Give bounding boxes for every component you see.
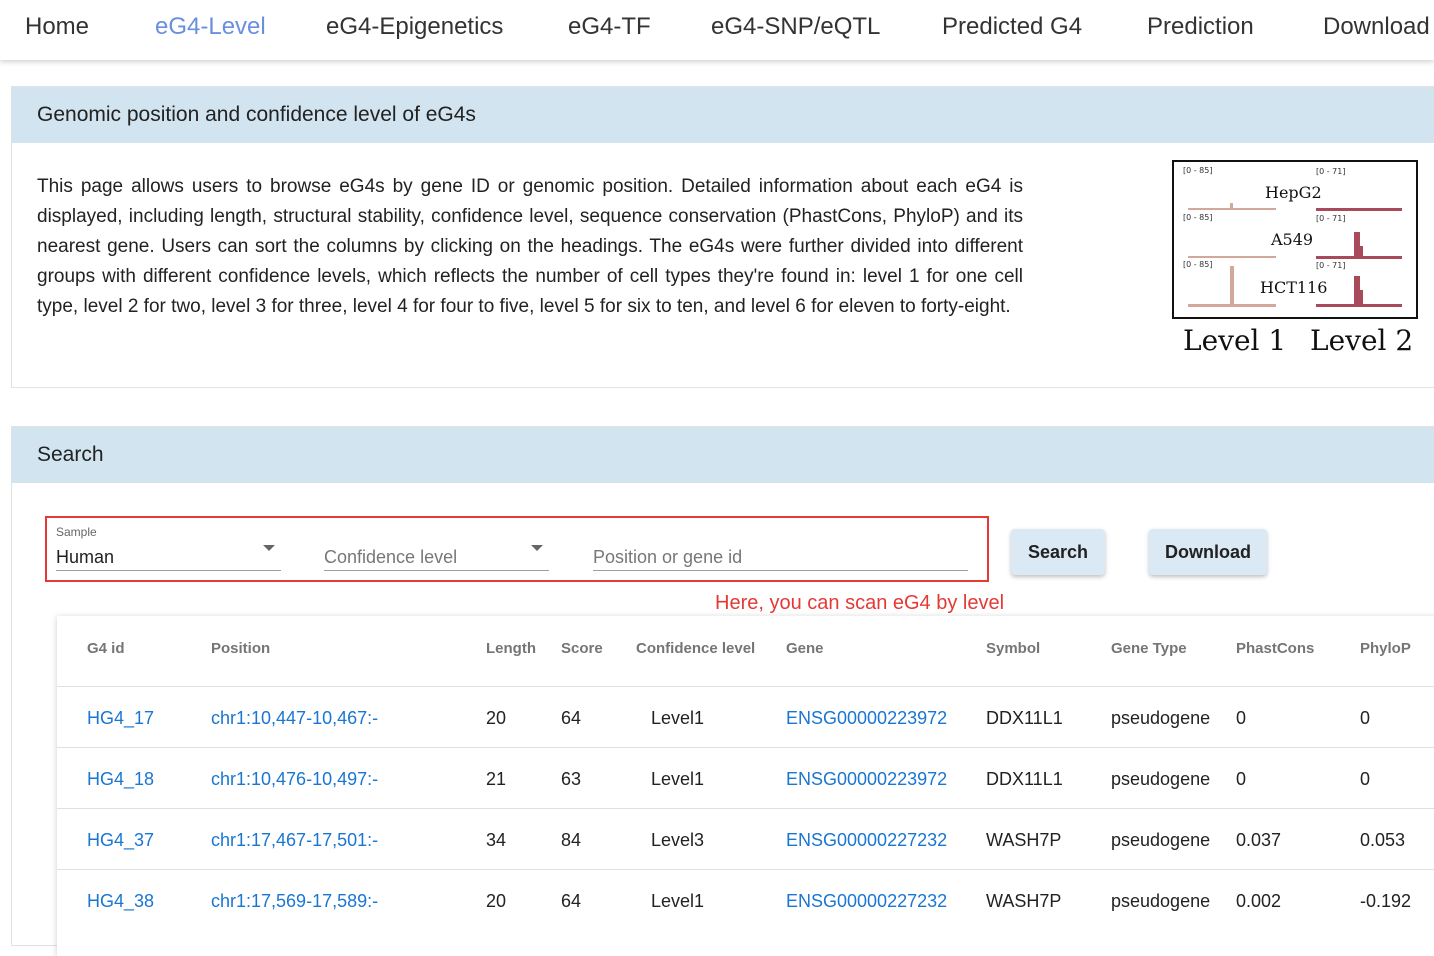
- nav-home[interactable]: Home: [25, 13, 89, 41]
- results-table: G4 id Position Length Score Confidence l…: [57, 616, 1434, 956]
- phylop-cell: 0.053: [1360, 830, 1406, 850]
- nav-eg4-tf[interactable]: eG4-TF: [568, 13, 651, 41]
- phylop-cell: -0.192: [1360, 891, 1412, 911]
- g4-id-link[interactable]: HG4_37: [87, 830, 154, 851]
- gene-type-cell: pseudogene: [1111, 830, 1211, 850]
- header-phylop[interactable]: PhyloP: [1360, 640, 1411, 657]
- figure-tracks: [1188, 203, 1402, 307]
- nav-predicted-g4[interactable]: Predicted G4: [942, 13, 1082, 41]
- level1-peak-hct116: [1230, 266, 1234, 304]
- header-position[interactable]: Position: [211, 640, 270, 657]
- level2-peak-hct116-shoulder: [1360, 290, 1363, 304]
- top-navigation: Home eG4-Level eG4-Epigenetics eG4-TF eG…: [0, 0, 1434, 60]
- length-cell: 20: [486, 891, 507, 911]
- position-link[interactable]: chr1:17,467-17,501:-: [211, 830, 378, 851]
- table-row: HG4_37 chr1:17,467-17,501:- 34 84 Level3…: [57, 808, 1434, 870]
- score-cell: 64: [561, 891, 582, 911]
- length-cell: 20: [486, 708, 507, 728]
- header-length[interactable]: Length: [486, 640, 536, 657]
- nav-prediction[interactable]: Prediction: [1147, 13, 1254, 41]
- level2-track-a549: [1316, 256, 1402, 259]
- nav-eg4-level[interactable]: eG4-Level: [155, 13, 266, 41]
- table-row: HG4_38 chr1:17,569-17,589:- 20 64 Level1…: [57, 869, 1434, 931]
- level1-track-a549: [1188, 256, 1276, 258]
- confidence-level-cell: Level1: [651, 891, 705, 911]
- symbol-cell: WASH7P: [986, 830, 1062, 850]
- gene-link[interactable]: ENSG00000227232: [786, 891, 947, 912]
- position-link[interactable]: chr1:10,447-10,467:-: [211, 708, 378, 729]
- symbol-cell: WASH7P: [986, 891, 1062, 911]
- info-card-title: Genomic position and confidence level of…: [12, 87, 1434, 143]
- phylop-cell: 0: [1360, 708, 1371, 728]
- gene-type-cell: pseudogene: [1111, 708, 1211, 728]
- gene-link[interactable]: ENSG00000227232: [786, 830, 947, 851]
- figure-level1-label: Level 1: [1183, 324, 1287, 357]
- g4-id-link[interactable]: HG4_18: [87, 769, 154, 790]
- score-cell: 84: [561, 830, 582, 850]
- level1-peak-hepg2: [1230, 203, 1233, 208]
- length-cell: 34: [486, 830, 507, 850]
- table-row: HG4_17 chr1:10,447-10,467:- 20 64 Level1…: [57, 686, 1434, 748]
- level2-track-hct116: [1316, 304, 1402, 307]
- nav-eg4-snp-eqtl[interactable]: eG4-SNP/eQTL: [711, 13, 880, 41]
- phastcons-cell: 0.037: [1236, 830, 1282, 850]
- search-card-title: Search: [12, 427, 1434, 483]
- info-card: Genomic position and confidence level of…: [11, 86, 1434, 388]
- confidence-level-cell: Level1: [651, 769, 705, 789]
- level2-peak-hct116: [1354, 276, 1360, 304]
- download-button[interactable]: Download: [1149, 529, 1267, 575]
- level2-peak-a549-shoulder: [1360, 246, 1363, 256]
- confidence-level-cell: Level3: [651, 830, 705, 850]
- header-score[interactable]: Score: [561, 640, 603, 657]
- table-row: HG4_18 chr1:10,476-10,497:- 21 63 Level1…: [57, 747, 1434, 809]
- score-cell: 64: [561, 708, 582, 728]
- figure-level2-label: Level 2: [1310, 324, 1414, 357]
- g4-id-link[interactable]: HG4_17: [87, 708, 154, 729]
- confidence-level-figure: [0 - 85] [0 - 71] HepG2 [0 - 85] [0 - 71…: [1172, 160, 1418, 319]
- gene-link[interactable]: ENSG00000223972: [786, 769, 947, 790]
- phastcons-cell: 0.002: [1236, 891, 1282, 911]
- gene-type-cell: pseudogene: [1111, 769, 1211, 789]
- header-confidence-level[interactable]: Confidence level: [636, 640, 755, 657]
- gene-link[interactable]: ENSG00000223972: [786, 708, 947, 729]
- confidence-level-cell: Level1: [651, 708, 705, 728]
- nav-eg4-epigenetics[interactable]: eG4-Epigenetics: [326, 13, 503, 41]
- nav-download[interactable]: Download: [1323, 13, 1430, 41]
- header-gene[interactable]: Gene: [786, 640, 824, 657]
- level1-track-hepg2: [1188, 208, 1276, 210]
- highlight-box: [45, 516, 989, 582]
- header-gene-type[interactable]: Gene Type: [1111, 640, 1187, 657]
- header-symbol[interactable]: Symbol: [986, 640, 1040, 657]
- position-link[interactable]: chr1:10,476-10,497:-: [211, 769, 378, 790]
- score-cell: 63: [561, 769, 582, 789]
- annotation-text: Here, you can scan eG4 by level: [715, 592, 1005, 614]
- level2-track-hepg2: [1316, 208, 1402, 211]
- header-phastcons[interactable]: PhastCons: [1236, 640, 1314, 657]
- phastcons-cell: 0: [1236, 769, 1247, 789]
- search-button[interactable]: Search: [1011, 529, 1105, 575]
- symbol-cell: DDX11L1: [986, 708, 1063, 728]
- gene-type-cell: pseudogene: [1111, 891, 1211, 911]
- info-description: This page allows users to browse eG4s by…: [37, 176, 1023, 317]
- level2-peak-a549: [1354, 232, 1360, 256]
- phylop-cell: 0: [1360, 769, 1371, 789]
- level1-track-hct116: [1188, 304, 1276, 307]
- position-link[interactable]: chr1:17,569-17,589:-: [211, 891, 378, 912]
- symbol-cell: DDX11L1: [986, 769, 1063, 789]
- length-cell: 21: [486, 769, 507, 789]
- phastcons-cell: 0: [1236, 708, 1247, 728]
- g4-id-link[interactable]: HG4_38: [87, 891, 154, 912]
- header-g4-id[interactable]: G4 id: [87, 640, 125, 657]
